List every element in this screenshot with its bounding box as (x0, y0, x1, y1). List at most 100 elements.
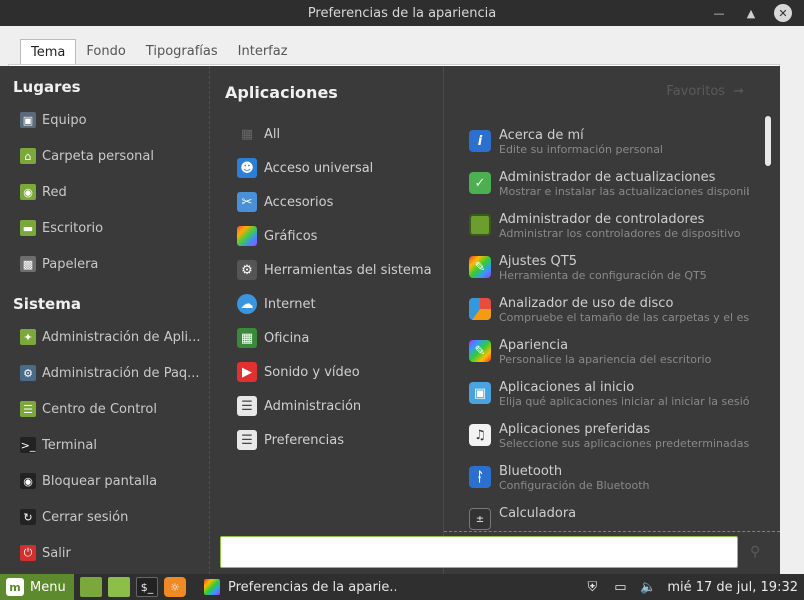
minimize-icon[interactable]: — (710, 4, 728, 22)
category-label: Accesorios (264, 194, 334, 210)
app-description: Elija qué aplicaciones iniciar al inicia… (499, 395, 749, 408)
scrollbar-thumb[interactable] (765, 116, 771, 166)
taskbar-window-label: Preferencias de la aparie... (228, 579, 396, 595)
package-manager-icon: ⚙ (20, 365, 36, 381)
category-label: Preferencias (264, 432, 345, 448)
qt-settings-icon: ✎ (469, 256, 491, 278)
applications-column: Favoritos ➞ i Acerca de mí Edite su infor… (444, 66, 780, 574)
place-label: Escritorio (42, 220, 104, 236)
app-name: Apariencia (499, 338, 569, 353)
category-label: All (264, 126, 281, 142)
calculator-icon: ± (469, 508, 491, 530)
tab-tipografias[interactable]: Tipografías (136, 39, 228, 65)
terminal-icon: >_ (20, 437, 36, 453)
list-bottom-divider (444, 531, 780, 532)
preferred-apps-icon: ♫ (469, 424, 491, 446)
category-label: Internet (264, 296, 316, 312)
files-icon[interactable] (108, 577, 130, 597)
app-item[interactable]: Analizador de uso de disco Compruebe el t… (469, 296, 749, 324)
system-lock-screen[interactable]: ◉ Bloquear pantalla (20, 473, 205, 489)
app-item[interactable]: i Acerca de mí Edite su información perso… (469, 128, 749, 156)
system-label: Centro de Control (42, 401, 157, 417)
place-equipo[interactable]: ▣ Equipo (20, 112, 205, 128)
applications-scrollbar[interactable] (764, 116, 772, 530)
category-herramientas[interactable]: ⚙ Herramientas del sistema (237, 260, 432, 280)
place-escritorio[interactable]: ▬ Escritorio (20, 220, 205, 236)
app-description: Compruebe el tamaño de las carpetas y el… (499, 311, 749, 324)
arrow-right-icon: ➞ (733, 84, 744, 99)
show-desktop-icon[interactable] (80, 577, 102, 597)
category-all[interactable]: ▦ All (237, 124, 280, 144)
firefox-icon[interactable]: ☼ (164, 577, 186, 597)
place-papelera[interactable]: ▩ Papelera (20, 256, 205, 272)
network-tray-icon[interactable]: ▭ (611, 578, 629, 596)
system-control-center[interactable]: ☰ Centro de Control (20, 401, 205, 417)
system-software-manager[interactable]: ✦ Administración de Apli... (20, 329, 205, 345)
app-name: Acerca de mí (499, 128, 584, 143)
app-item[interactable]: ✓ Administrador de actualizaciones Mostra… (469, 170, 749, 198)
category-preferencias[interactable]: ☰ Preferencias (237, 430, 344, 450)
tab-interfaz[interactable]: Interfaz (228, 39, 298, 65)
window-titlebar[interactable]: Preferencias de la apariencia — ▲ ✕ (0, 0, 804, 26)
terminal-launcher-icon[interactable]: $_ (136, 577, 158, 597)
place-red[interactable]: ◉ Red (20, 184, 205, 200)
office-icon: ▦ (237, 328, 257, 348)
menu-button[interactable]: m Menu (0, 574, 74, 600)
accessories-icon: ✂ (237, 192, 257, 212)
app-item[interactable]: ▣ Aplicaciones al inicio Elija qué aplica… (469, 380, 749, 408)
disk-usage-icon (469, 298, 491, 320)
multimedia-icon: ▶ (237, 362, 257, 382)
app-name: Aplicaciones preferidas (499, 422, 651, 437)
volume-icon[interactable]: 🔈 (639, 578, 657, 596)
control-center-icon: ☰ (20, 401, 36, 417)
app-item[interactable]: Administrador de controladores Administra… (469, 212, 749, 240)
app-name: Calculadora (499, 506, 577, 521)
administration-icon: ☰ (237, 396, 257, 416)
places-system-column: Lugares ▣ Equipo ⌂ Carpeta personal ◉ Re… (0, 66, 210, 574)
app-name: Analizador de uso de disco (499, 296, 674, 311)
preferences-tabs: Tema Fondo Tipografías Interfaz (20, 39, 298, 65)
tab-fondo[interactable]: Fondo (76, 39, 135, 65)
favorites-button[interactable]: Favoritos ➞ (666, 84, 744, 99)
category-sonido-video[interactable]: ▶ Sonido y vídeo (237, 362, 360, 382)
category-accesorios[interactable]: ✂ Accesorios (237, 192, 333, 212)
place-label: Papelera (42, 256, 99, 272)
app-item[interactable]: ᛛ Bluetooth Configuración de Bluetooth (469, 464, 749, 492)
app-item[interactable]: ✎ Apariencia Personalice la apariencia de… (469, 338, 749, 366)
software-manager-icon: ✦ (20, 329, 36, 345)
system-logout[interactable]: ↻ Cerrar sesión (20, 509, 205, 525)
maximize-icon[interactable]: ▲ (742, 4, 760, 22)
category-administracion[interactable]: ☰ Administración (237, 396, 361, 416)
tab-tema[interactable]: Tema (20, 39, 77, 65)
app-description: Seleccione sus aplicaciones predetermina… (499, 437, 749, 450)
close-icon[interactable]: ✕ (774, 4, 792, 22)
category-acceso-universal[interactable]: ☻ Acceso universal (237, 158, 373, 178)
category-label: Sonido y vídeo (264, 364, 360, 380)
search-input[interactable] (221, 537, 737, 567)
app-description: Mostrar e instalar las actualizaciones d… (499, 185, 749, 198)
category-label: Herramientas del sistema (264, 262, 432, 278)
app-item[interactable]: ± Calculadora (469, 506, 749, 530)
category-oficina[interactable]: ▦ Oficina (237, 328, 309, 348)
app-item[interactable]: ♫ Aplicaciones preferidas Seleccione sus … (469, 422, 749, 450)
mint-logo-icon: m (6, 578, 24, 596)
driver-chip-icon (469, 214, 491, 236)
clock[interactable]: mié 17 de jul, 19:32 (667, 580, 798, 595)
taskbar-window-button[interactable]: Preferencias de la aparie... (196, 574, 396, 600)
search-box[interactable] (220, 536, 738, 568)
update-shield-tray-icon[interactable]: ⛨ (583, 578, 601, 596)
system-package-manager[interactable]: ⚙ Administración de Paq... (20, 365, 205, 381)
applications-heading: Aplicaciones (225, 83, 338, 102)
app-item[interactable]: ✎ Ajustes QT5 Herramienta de configuració… (469, 254, 749, 282)
categories-column: Aplicaciones ▦ All ☻ Acceso universal ✂ … (210, 66, 444, 574)
bluetooth-icon: ᛛ (469, 466, 491, 488)
system-quit[interactable]: ⏻ Salir (20, 545, 205, 561)
category-graficos[interactable]: Gráficos (237, 226, 317, 246)
category-internet[interactable]: ☁ Internet (237, 294, 316, 314)
favorites-label: Favoritos (666, 84, 726, 99)
system-label: Administración de Paq... (42, 365, 200, 381)
system-terminal[interactable]: >_ Terminal (20, 437, 205, 453)
place-carpeta-personal[interactable]: ⌂ Carpeta personal (20, 148, 205, 164)
places-heading: Lugares (13, 78, 81, 96)
window-title: Preferencias de la apariencia (307, 5, 497, 21)
